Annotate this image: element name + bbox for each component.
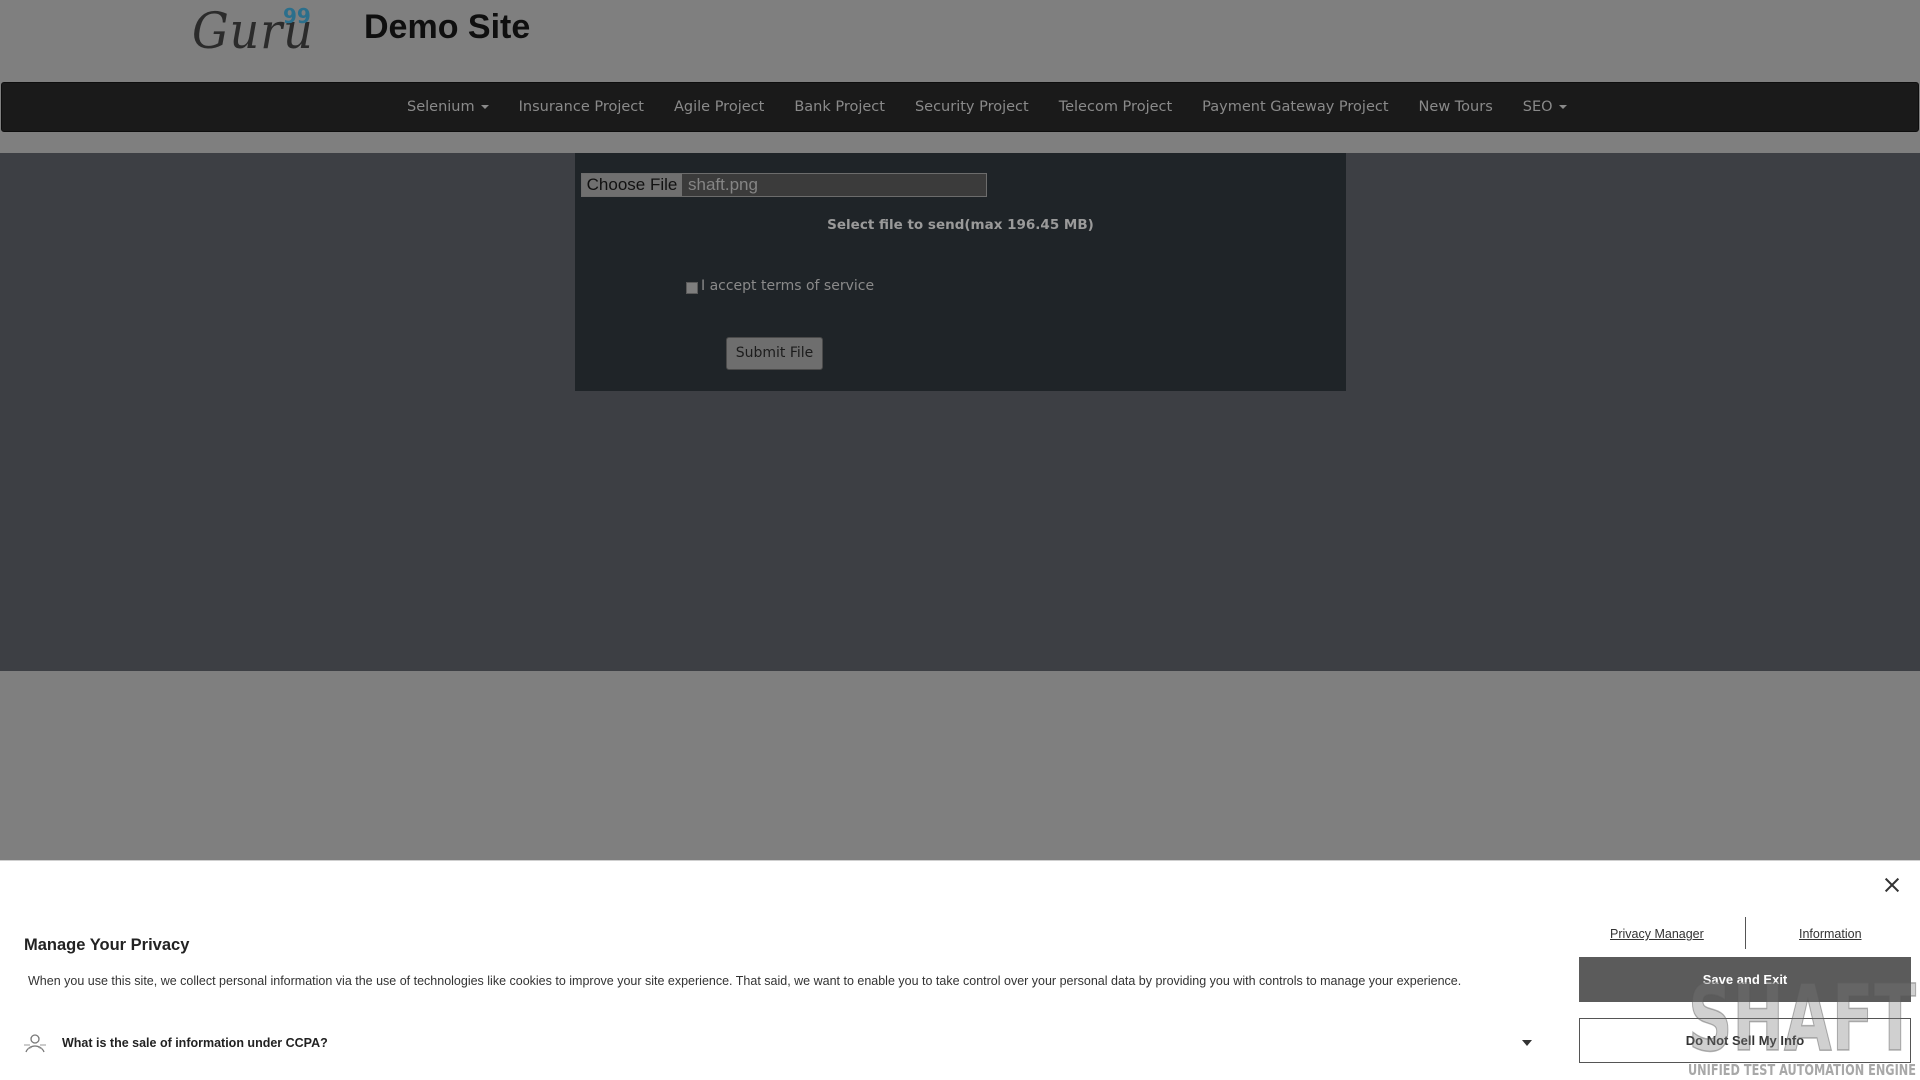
nav-item-label: Payment Gateway Project [1202, 99, 1389, 115]
nav-item-payment-gateway-project[interactable]: Payment Gateway Project [1187, 83, 1403, 131]
terms-checkbox[interactable] [686, 282, 698, 294]
information-link[interactable]: Information [1799, 927, 1862, 941]
site-title: Demo Site [364, 8, 531, 46]
ccpa-info-icon [24, 1034, 46, 1053]
nav-item-label: Agile Project [673, 99, 765, 115]
privacy-banner: Manage Your Privacy When you use this si… [0, 860, 1920, 1080]
privacy-title: Manage Your Privacy [24, 936, 190, 954]
nav-item-bank-project[interactable]: Bank Project [779, 83, 900, 131]
ccpa-question: What is the sale of information under CC… [62, 1036, 328, 1050]
chevron-down-icon [480, 105, 489, 109]
choose-file-button[interactable]: Choose File [582, 174, 682, 196]
nav-item-selenium[interactable]: Selenium [392, 83, 504, 131]
privacy-manager-link[interactable]: Privacy Manager [1610, 927, 1704, 941]
nav-item-label: Selenium [407, 99, 475, 115]
save-and-exit-button[interactable]: Save and Exit [1579, 957, 1911, 1002]
nav-item-label: SEO [1522, 99, 1553, 115]
do-not-sell-button[interactable]: Do Not Sell My Info [1579, 1018, 1911, 1063]
nav-item-label: New Tours [1418, 99, 1493, 115]
nav-item-agile-project[interactable]: Agile Project [659, 83, 779, 131]
chevron-down-icon [1558, 105, 1567, 109]
logo-superscript: 99 [283, 4, 311, 28]
nav-item-label: Insurance Project [518, 99, 644, 115]
guru99-logo[interactable]: Guru 99 [192, 2, 324, 62]
nav-item-new-tours[interactable]: New Tours [1404, 83, 1508, 131]
file-input[interactable]: Choose File shaft.png [581, 173, 987, 197]
site-header: Guru 99 Demo Site [0, 0, 1920, 82]
upload-hint: Select file to send(max 196.45 MB) [827, 217, 1094, 233]
nav-list: Selenium Insurance Project Agile Project Ba… [392, 83, 1582, 131]
nav-item-security-project[interactable]: Security Project [900, 83, 1044, 131]
privacy-description: When you use this site, we collect perso… [28, 974, 1462, 988]
submit-file-button[interactable]: Submit File [726, 337, 823, 370]
nav-item-telecom-project[interactable]: Telecom Project [1044, 83, 1187, 131]
terms-label[interactable]: I accept terms of service [701, 278, 874, 294]
nav-item-label: Bank Project [794, 99, 885, 115]
selected-file-name: shaft.png [688, 175, 758, 194]
ccpa-accordion[interactable]: What is the sale of information under CC… [22, 1028, 1532, 1058]
main-navbar: Selenium Insurance Project Agile Project Ba… [1, 82, 1919, 132]
terms-row: I accept terms of service [686, 278, 874, 294]
upload-form: Choose File shaft.png Select file to sen… [575, 153, 1346, 391]
nav-item-insurance-project[interactable]: Insurance Project [504, 83, 659, 131]
links-divider [1745, 917, 1746, 949]
chevron-down-icon[interactable] [1522, 1040, 1532, 1046]
nav-item-label: Telecom Project [1058, 99, 1173, 115]
nav-item-label: Security Project [914, 99, 1029, 115]
close-icon[interactable] [1882, 875, 1902, 895]
nav-item-seo[interactable]: SEO [1508, 83, 1582, 131]
